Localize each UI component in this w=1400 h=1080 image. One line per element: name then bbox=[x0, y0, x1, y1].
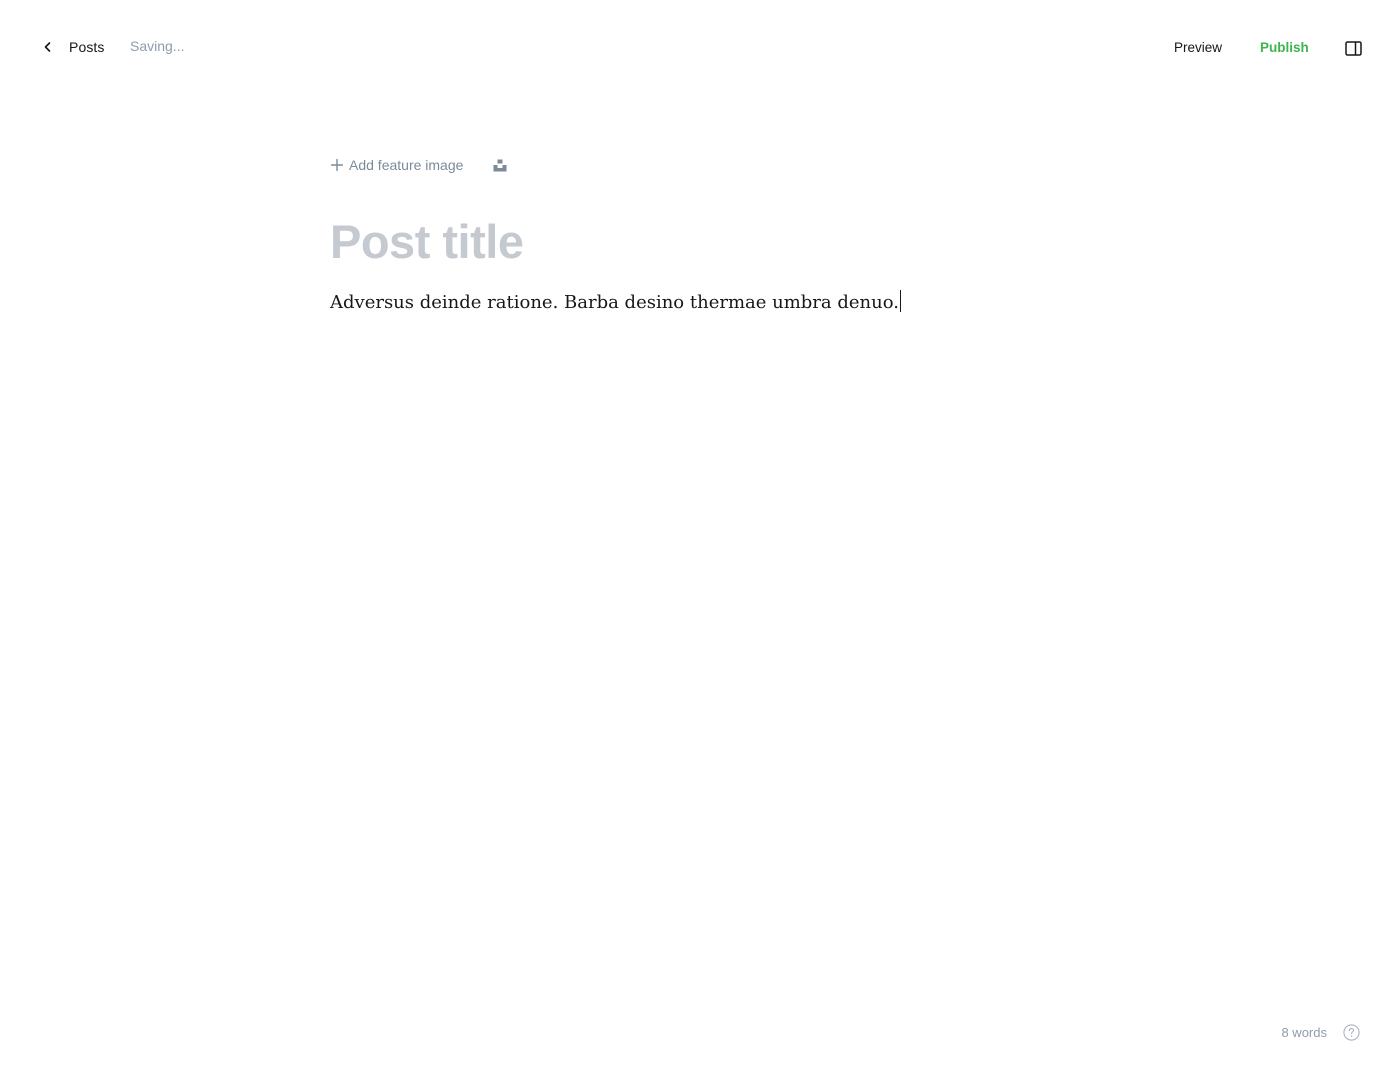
word-count: 8 words bbox=[1281, 1024, 1327, 1040]
back-to-posts-link[interactable]: Posts bbox=[40, 36, 105, 58]
post-title-input[interactable]: Post title bbox=[330, 210, 1070, 274]
feature-image-row: Add feature image bbox=[330, 154, 507, 176]
plus-icon bbox=[330, 158, 344, 172]
back-link-label: Posts bbox=[69, 39, 105, 55]
sidebar-toggle-button[interactable] bbox=[1341, 37, 1365, 59]
preview-button[interactable]: Preview bbox=[1164, 36, 1232, 58]
help-circle-icon bbox=[1342, 1023, 1360, 1041]
post-body-editor[interactable]: Adversus deinde ratione. Barba desino th… bbox=[330, 288, 1070, 318]
unsplash-button[interactable] bbox=[492, 157, 508, 173]
text-cursor bbox=[899, 290, 902, 312]
sidebar-toggle-icon bbox=[1344, 40, 1362, 56]
chevron-left-icon bbox=[40, 39, 56, 55]
add-feature-image-button[interactable]: Add feature image bbox=[330, 157, 463, 173]
add-feature-image-label: Add feature image bbox=[349, 157, 464, 173]
editor-header: Posts Saving... Preview Publish bbox=[0, 0, 1400, 94]
unsplash-icon bbox=[493, 159, 507, 171]
help-button[interactable] bbox=[1342, 1023, 1360, 1041]
post-body-text: Adversus deinde ratione. Barba desino th… bbox=[330, 292, 899, 313]
publish-button[interactable]: Publish bbox=[1250, 36, 1319, 58]
save-status: Saving... bbox=[130, 38, 185, 54]
editor-footer: 8 words bbox=[1281, 1022, 1360, 1042]
